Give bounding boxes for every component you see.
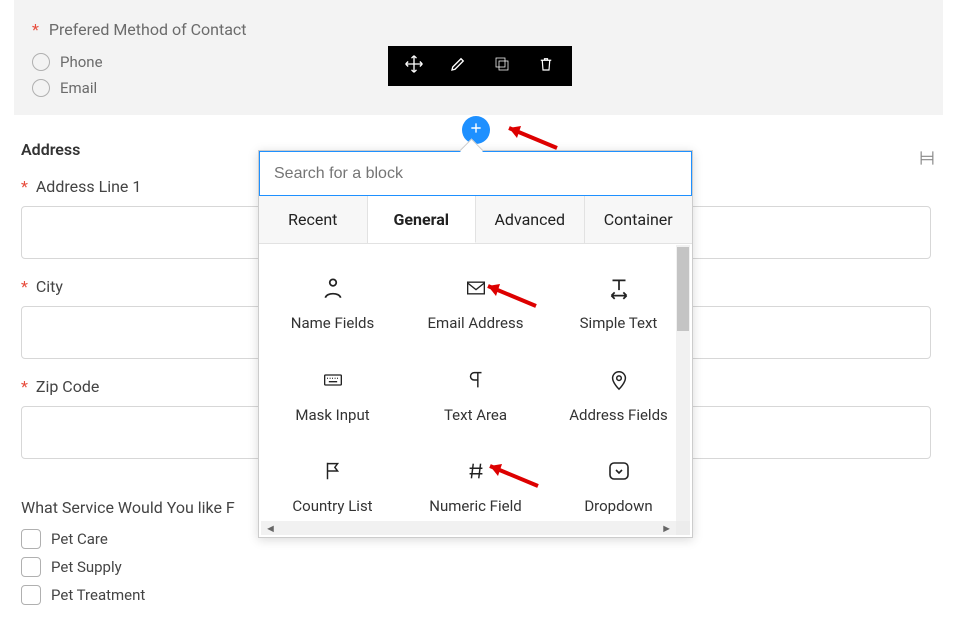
checkbox-label: Pet Care bbox=[51, 530, 108, 548]
tab-container[interactable]: Container bbox=[585, 196, 693, 243]
block-label: Mask Input bbox=[295, 406, 369, 424]
paragraph-icon bbox=[462, 366, 490, 394]
checkbox-box bbox=[21, 529, 41, 549]
duplicate-button[interactable] bbox=[482, 55, 522, 77]
keyboard-icon bbox=[319, 366, 347, 394]
vertical-scrollbar[interactable] bbox=[676, 245, 690, 521]
block-simple-text[interactable]: Simple Text bbox=[547, 258, 690, 348]
copy-icon bbox=[493, 55, 511, 77]
block-label: Country List bbox=[292, 497, 372, 515]
chevron-down-boxed-icon bbox=[605, 457, 633, 485]
tab-label: Advanced bbox=[494, 210, 565, 229]
block-mask-input[interactable]: Mask Input bbox=[261, 350, 404, 440]
block-toolbar bbox=[388, 46, 572, 86]
horizontal-scrollbar[interactable]: ◄ ► bbox=[261, 521, 676, 535]
move-button[interactable] bbox=[394, 54, 434, 78]
address-line1-label-text: Address Line 1 bbox=[36, 177, 142, 196]
block-tabs: Recent General Advanced Container bbox=[259, 196, 692, 244]
block-dropdown[interactable]: Dropdown bbox=[547, 441, 690, 531]
text-width-icon bbox=[605, 274, 633, 302]
block-label: Simple Text bbox=[580, 314, 658, 332]
radio-option-label: Phone bbox=[60, 53, 103, 71]
tab-advanced[interactable]: Advanced bbox=[476, 196, 585, 243]
flag-icon bbox=[319, 457, 347, 485]
block-label: Dropdown bbox=[584, 497, 652, 515]
block-label: Address Fields bbox=[569, 406, 668, 424]
required-marker: * bbox=[32, 20, 39, 39]
block-label: Name Fields bbox=[291, 314, 374, 332]
checkbox-option-pet-supply[interactable]: Pet Supply bbox=[21, 557, 235, 577]
zip-label-text: Zip Code bbox=[36, 377, 99, 396]
add-block-button[interactable] bbox=[462, 116, 490, 144]
callout-arrow bbox=[476, 456, 546, 498]
width-toggle-icon bbox=[917, 148, 937, 168]
width-toggle-button[interactable] bbox=[917, 148, 937, 168]
scroll-left-icon: ◄ bbox=[265, 522, 276, 535]
pencil-icon bbox=[449, 55, 467, 77]
radio-option-label: Email bbox=[60, 79, 97, 97]
callout-arrow bbox=[495, 118, 565, 160]
callout-arrow bbox=[474, 276, 544, 318]
checkbox-box bbox=[21, 557, 41, 577]
tab-label: Container bbox=[604, 210, 673, 229]
scrollbar-thumb[interactable] bbox=[677, 247, 689, 331]
trash-icon bbox=[537, 55, 555, 77]
city-label-text: City bbox=[36, 277, 63, 296]
tab-label: Recent bbox=[288, 210, 337, 229]
scroll-right-icon: ► bbox=[661, 522, 672, 535]
block-text-area[interactable]: Text Area bbox=[404, 350, 547, 440]
scrollbar-track bbox=[280, 522, 657, 534]
scrollbar-corner bbox=[676, 521, 690, 535]
services-question: What Service Would You like F bbox=[21, 498, 235, 517]
contact-method-heading: * Prefered Method of Contact bbox=[32, 20, 925, 39]
block-search-input[interactable] bbox=[260, 152, 691, 195]
edit-button[interactable] bbox=[438, 55, 478, 77]
checkbox-label: Pet Treatment bbox=[51, 586, 145, 604]
checkbox-box bbox=[21, 585, 41, 605]
block-address-fields[interactable]: Address Fields bbox=[547, 350, 690, 440]
required-marker: * bbox=[21, 177, 28, 196]
checkbox-option-pet-care[interactable]: Pet Care bbox=[21, 529, 235, 549]
block-search-wrap bbox=[259, 151, 692, 196]
block-country-list[interactable]: Country List bbox=[261, 441, 404, 531]
block-name-fields[interactable]: Name Fields bbox=[261, 258, 404, 348]
tab-recent[interactable]: Recent bbox=[259, 196, 368, 243]
block-label: Numeric Field bbox=[429, 497, 521, 515]
plus-icon bbox=[469, 121, 483, 139]
checkbox-option-pet-treatment[interactable]: Pet Treatment bbox=[21, 585, 235, 605]
required-marker: * bbox=[21, 377, 28, 396]
tab-label: General bbox=[393, 210, 449, 229]
radio-circle bbox=[32, 53, 50, 71]
tab-general[interactable]: General bbox=[368, 196, 477, 243]
delete-button[interactable] bbox=[526, 55, 566, 77]
contact-method-heading-text: Prefered Method of Contact bbox=[49, 20, 247, 39]
checkbox-label: Pet Supply bbox=[51, 558, 122, 576]
move-icon bbox=[404, 54, 424, 78]
services-section: What Service Would You like F Pet Care P… bbox=[21, 498, 235, 613]
person-icon bbox=[319, 274, 347, 302]
block-label: Text Area bbox=[444, 406, 507, 424]
required-marker: * bbox=[21, 277, 28, 296]
location-pin-icon bbox=[605, 366, 633, 394]
radio-circle bbox=[32, 79, 50, 97]
